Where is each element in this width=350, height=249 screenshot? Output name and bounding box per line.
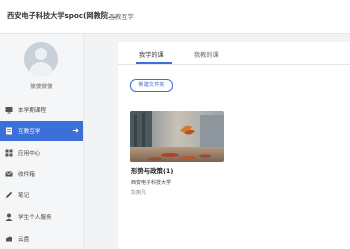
avatar[interactable] <box>24 42 58 76</box>
sidebar-item-cloud-drive[interactable]: 云盘 <box>0 229 83 249</box>
user-name: 彼彼彼彼 <box>30 84 53 90</box>
arrow-right-icon: ➜ <box>72 126 79 135</box>
user-icon <box>5 213 13 221</box>
sidebar-item-inbox[interactable]: 收件箱 <box>0 164 83 184</box>
mail-icon <box>5 170 13 178</box>
tab-bar: 我学的课 我教的课 <box>118 42 350 65</box>
course-school: 西安电子科技大学 <box>131 180 172 186</box>
breadcrumb: 互教互学 <box>109 14 134 21</box>
screen-icon <box>5 106 13 114</box>
avatar-body <box>29 62 53 76</box>
sidebar-item-student-services[interactable]: 学生个人服务 <box>0 207 83 227</box>
main-content: 我学的课 我教的课 新建文件夹 形势与政策(1) 西安电子科技大学 彭丽凡 <box>118 42 350 249</box>
tab-my-courses[interactable]: 我学的课 <box>139 50 164 59</box>
note-icon <box>5 191 13 199</box>
sidebar-item-courses[interactable]: 本学期课程 <box>0 100 83 120</box>
course-thumbnail[interactable] <box>130 111 224 162</box>
tab-teaching-courses[interactable]: 我教的课 <box>194 50 219 59</box>
sidebar-item-label: 云盘 <box>18 237 30 243</box>
sidebar-item-label: 互教互学 <box>18 129 41 135</box>
sidebar-item-app-center[interactable]: 应用中心 <box>0 143 83 163</box>
sidebar-item-label: 收件箱 <box>18 172 35 178</box>
active-tab-indicator <box>136 62 172 64</box>
avatar-head <box>35 48 47 60</box>
top-bar: 西安电子科技大学spoc(网教院... 互教互学 <box>0 0 350 34</box>
course-card[interactable]: 形势与政策(1) 西安电子科技大学 彭丽凡 <box>130 111 224 211</box>
sidebar-item-label: 应用中心 <box>18 151 41 157</box>
course-title[interactable]: 形势与政策(1) <box>131 166 173 175</box>
sidebar-item-label: 学生个人服务 <box>18 215 52 221</box>
sidebar-item-label: 笔记 <box>18 193 30 199</box>
apps-icon <box>5 149 13 157</box>
sidebar: 彼彼彼彼 本学期课程 互教互学 ➜ 应用中心 收件箱 笔记 学生个人服务 云盘 <box>0 34 84 249</box>
cloud-icon <box>5 235 13 243</box>
sidebar-item-mutual-learning[interactable]: 互教互学 ➜ <box>0 121 83 141</box>
sidebar-item-notes[interactable]: 笔记 <box>0 185 83 205</box>
course-teacher: 彭丽凡 <box>131 190 147 196</box>
new-folder-button[interactable]: 新建文件夹 <box>130 79 173 92</box>
book-icon <box>5 127 13 135</box>
brand-title[interactable]: 西安电子科技大学spoc(网教院... <box>7 11 116 21</box>
sidebar-item-label: 本学期课程 <box>18 108 46 114</box>
